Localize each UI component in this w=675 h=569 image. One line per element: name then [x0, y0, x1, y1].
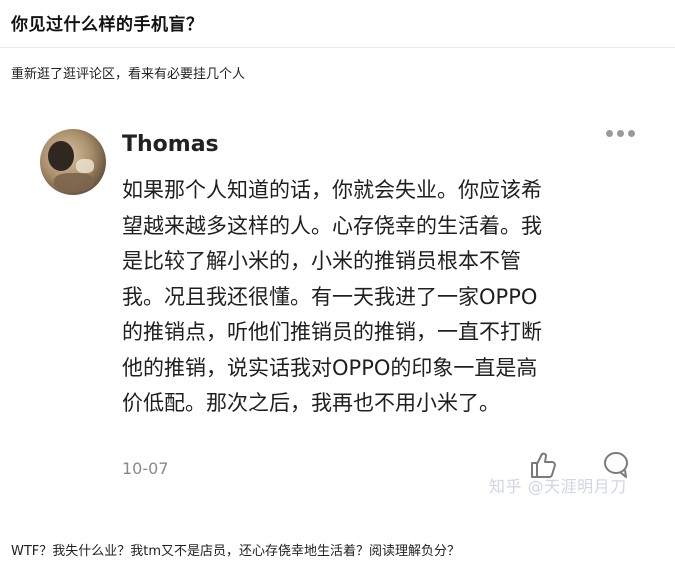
avatar[interactable] — [40, 129, 106, 195]
divider — [0, 47, 675, 48]
comment-author-name[interactable]: Thomas — [122, 132, 219, 157]
post-intro-text: 重新逛了逛评论区，看来有必要挂几个人 — [11, 67, 246, 82]
comment-date: 10-07 — [122, 459, 169, 478]
post-footer-text: WTF？我失什么业？我tm又不是店员，还心存侥幸地生活着？阅读理解负分？ — [11, 544, 461, 559]
question-title: 你见过什么样的手机盲？ — [11, 15, 204, 35]
comment-text: 如果那个人知道的话，你就会失业。你应该希 望越来越多这样的人。心存侥幸的生活着。… — [122, 178, 542, 415]
more-dots-icon[interactable] — [606, 130, 635, 137]
watermark-text: 知乎 @天涯明月刀 — [489, 477, 627, 496]
comment-screenshot-card: Thomas 如果那个人知道的话，你就会失业。你应该希 望越来越多这样的人。心存… — [0, 105, 675, 510]
